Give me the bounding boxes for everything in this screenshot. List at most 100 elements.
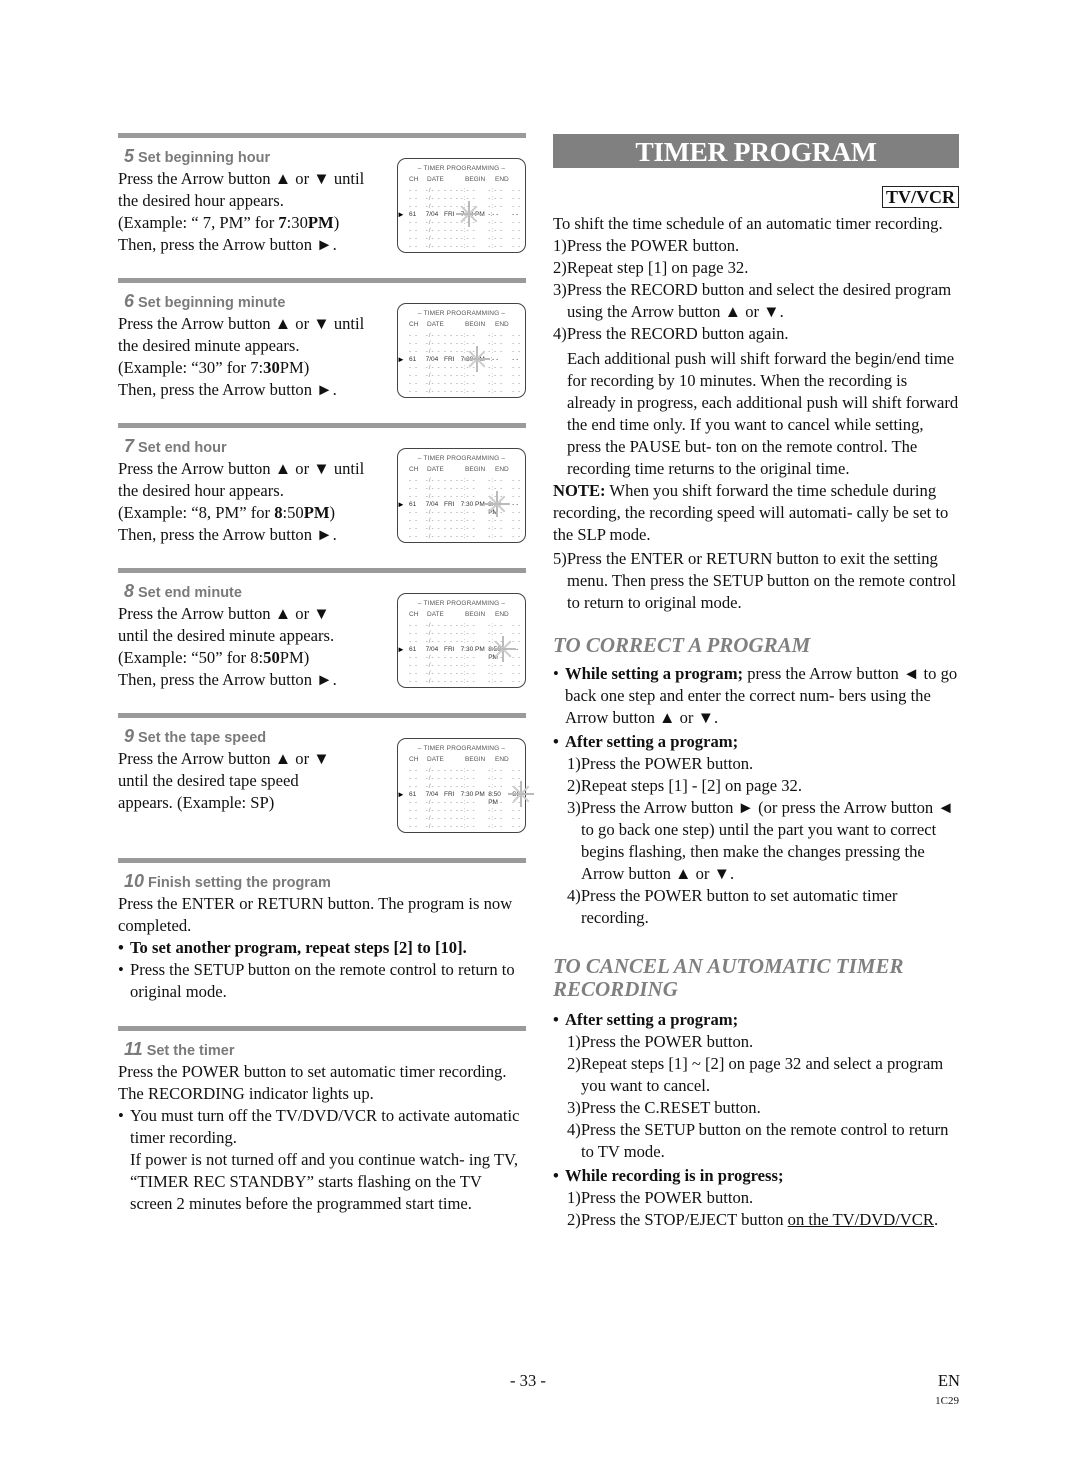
screen-ch: - - [409,372,419,379]
instruction-line: the desired hour appears. [118,481,284,500]
screen-speed: - - [512,678,522,685]
screen-column-header: END [495,756,509,763]
screen-begin: -:- - [460,525,476,532]
screen-column-header: END [495,466,509,473]
screen-title: – TIMER PROGRAMMING – [417,745,506,752]
screen-row-empty: - - -/- -- - - -:- - -:- -- - [398,380,525,388]
screen-day: - - - [443,525,460,532]
screen-row-empty: - - -/- -- - - -:- - -:- -- - [398,348,525,356]
screen-column-header: CH [409,756,419,763]
screen-begin: -:- - [460,485,476,492]
screen-begin: -:- - [460,235,476,242]
screen-column-header: DATE [427,176,444,183]
screen-begin: -:- - [460,517,476,524]
example-text: :50 [282,503,304,522]
instruction-line: appears. (Example: SP) [118,793,275,812]
screen-date: -/- - [425,525,441,532]
screen-end: -:- - [488,195,504,202]
step-10-text: Press the ENTER or RETURN button. The pr… [118,894,513,935]
screen-speed: - - [512,477,522,484]
example-line: (Example: “8, PM” for 8:50PM) [118,502,398,524]
screen-day: - - - [443,807,460,814]
turn-off-bullet: You must turn off the TV/DVD/VCR to acti… [118,1105,526,1149]
screen-day: - - - [443,243,460,250]
screen-row-empty: - - -/- -- - - -:- - -:- -- - [398,187,525,195]
instruction-line: Press the Arrow button ▲ or ▼ [118,604,330,623]
example-text: (Example: “30” for 7: [118,358,264,377]
step-instructions: Press the Arrow button ▲ or ▼ until the d… [118,168,398,256]
flashing-indicator-icon [464,346,490,372]
screen-ch: - - [409,622,419,629]
screen-speed: - - [512,340,522,347]
screen-header-row: CH DATE BEGIN END [398,466,525,473]
screen-row-empty: - - -/- -- - - -:- - -:- -- - [398,678,525,686]
screen-date: -/- - [425,388,441,395]
cancel-step-3: 3)Press the C.RESET button. [567,1098,761,1117]
step-title: Finish setting the program [148,875,331,891]
instruction-line: the desired hour appears. [118,191,284,210]
screen-end: -:- - [488,799,504,806]
screen-end: -:- - [488,219,504,226]
instruction-line: Press the Arrow button ▲ or ▼ until [118,459,365,478]
screen-begin: -:- - [460,670,476,677]
example-bold: 8 [274,503,283,522]
flashing-indicator-icon [456,201,482,227]
screen-date: -/- - [425,630,441,637]
screen-date: -/- - [425,243,441,250]
screen-date: -/- - [425,678,441,685]
screen-column-header [447,611,465,618]
screen-speed: - - [512,622,522,629]
screen-date: -/- - [425,807,441,814]
screen-ch: - - [409,364,419,371]
setup-return-bullet: Press the SETUP button on the remote con… [118,959,526,1003]
left-column: 5 Set beginning hour Press the Arrow butto… [118,133,530,1215]
while-setting-label: While setting a program; [565,664,744,683]
screen-date: 7/04 [425,646,439,653]
example-line: (Example: “30” for 7:30PM) [118,357,398,379]
screen-speed: - - [512,203,522,210]
screen-column-header: DATE [427,756,444,763]
then-line: Then, press the Arrow button ►. [118,380,337,399]
screen-ch: - - [409,783,419,790]
screen-date: -/- - [425,767,441,774]
step-title: Set end hour [138,440,227,456]
screen-ch: - - [409,195,419,202]
screen-ch: - - [409,485,419,492]
screen-ch: - - [409,654,419,661]
screen-day: FRI [443,356,455,363]
screen-column-header [447,466,465,473]
screen-end: -:- - [488,533,504,540]
screen-column-header: BEGIN [465,756,486,763]
screen-end: -:- - [488,662,504,669]
screen-column-header: CH [409,611,419,618]
screen-ch: - - [409,203,419,210]
screen-ch: - - [409,638,419,645]
screen-day: - - - [443,815,460,822]
screen-column-header: DATE [427,466,444,473]
screen-speed: - - [512,823,522,830]
screen-speed: - - [512,235,522,242]
flashing-indicator-icon [490,636,516,662]
screen-speed: - - [512,807,522,814]
screen-date: -/- - [425,195,441,202]
pointer-icon: ► [397,790,405,799]
screen-date: -/- - [425,203,441,210]
cancel-while-step-2: 2)Press the STOP/EJECT button on the TV/… [567,1210,939,1229]
repeat-steps-bullet: To set another program, repeat steps [2]… [118,937,526,959]
instruction-line: Press the Arrow button ▲ or ▼ until [118,314,365,333]
screen-date: -/- - [425,364,441,371]
screen-end: -:- - [488,823,504,830]
right-column: TIMER PROGRAM EXTENSION TV/VCR To shift … [553,134,959,1231]
screen-ch: - - [409,767,419,774]
screen-day: - - - [443,477,460,484]
screen-begin: -:- - [460,380,476,387]
screen-column-header: DATE [427,321,444,328]
step-heading: 10 Finish setting the program [118,871,526,893]
screen-date: -/- - [425,775,441,782]
screen-speed: - - [512,493,522,500]
step-number: 7 [124,436,135,456]
screen-column-header: END [495,176,509,183]
screen-end: -:- - [488,364,504,371]
flashing-indicator-icon [484,491,510,517]
screen-speed: - - [512,815,522,822]
